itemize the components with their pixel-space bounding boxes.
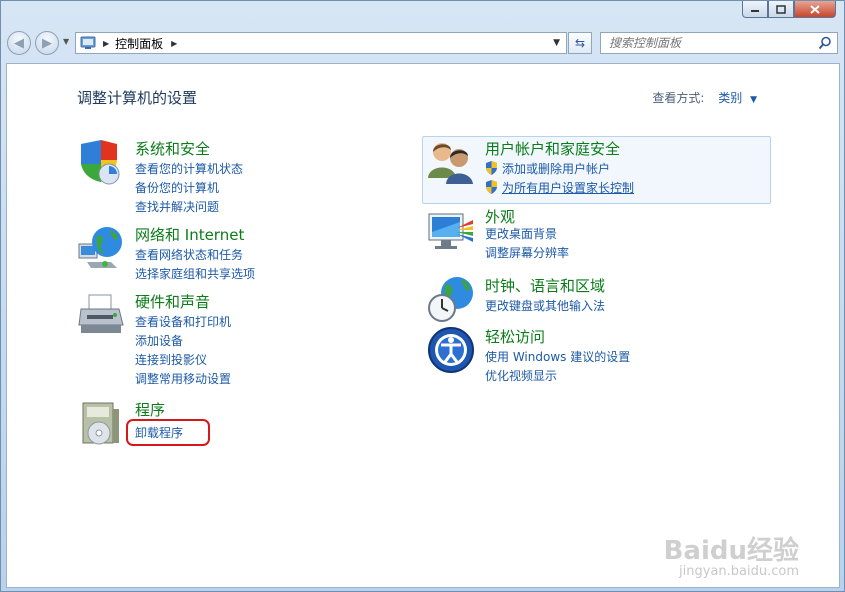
category-title[interactable]: 用户帐户和家庭安全: [485, 138, 620, 159]
category-title[interactable]: 网络和 Internet: [135, 224, 244, 245]
breadcrumb-separator-icon: ▶: [171, 38, 178, 48]
view-by-selector: 查看方式: 类别 ▼: [652, 89, 757, 106]
back-arrow-icon: ◀: [14, 35, 24, 51]
category-link-text[interactable]: 添加或删除用户帐户: [502, 162, 610, 176]
category-link[interactable]: 查看网络状态和任务: [135, 246, 243, 263]
appearance-monitor-icon: [428, 213, 473, 249]
category-title[interactable]: 轻松访问: [485, 326, 545, 347]
category-link[interactable]: 调整屏幕分辨率: [485, 244, 569, 261]
search-input[interactable]: [609, 36, 814, 50]
category-link[interactable]: 添加设备: [135, 332, 183, 349]
maximize-button[interactable]: [768, 1, 794, 18]
category-link[interactable]: 查看您的计算机状态: [135, 160, 243, 177]
uac-shield-icon: [486, 161, 497, 175]
window-controls: [742, 1, 836, 18]
category-title[interactable]: 时钟、语言和区域: [485, 275, 605, 296]
network-globe-icon: [78, 227, 122, 268]
recent-pages-dropdown[interactable]: ▼: [63, 37, 69, 46]
view-by-value[interactable]: 类别: [718, 91, 742, 105]
search-box[interactable]: [600, 32, 838, 54]
shield-icon: [81, 140, 120, 185]
category-link[interactable]: 更改桌面背景: [485, 225, 557, 242]
control-panel-icon: [80, 36, 96, 49]
red-highlight-annotation: [126, 419, 210, 446]
minimize-icon: [751, 10, 759, 12]
refresh-button[interactable]: ⇆: [568, 32, 592, 54]
watermark-url: jingyan.baidu.com: [679, 564, 799, 579]
search-icon[interactable]: [818, 36, 832, 50]
forward-arrow-icon: ▶: [42, 35, 52, 51]
printer-icon: [78, 294, 124, 333]
address-bar[interactable]: ▶ 控制面板 ▶ ▼: [75, 32, 567, 54]
category-link[interactable]: 更改键盘或其他输入法: [485, 297, 605, 314]
category-title[interactable]: 外观: [485, 206, 515, 227]
forward-button[interactable]: ▶: [35, 31, 59, 55]
category-link[interactable]: 查找并解决问题: [135, 198, 219, 215]
chevron-down-icon: ▼: [63, 37, 70, 46]
category-link[interactable]: 优化视频显示: [485, 367, 557, 384]
category-link[interactable]: 查看设备和打印机: [135, 313, 231, 330]
chevron-down-icon[interactable]: ▼: [750, 95, 757, 105]
category-link[interactable]: 使用 Windows 建议的设置: [485, 348, 630, 365]
minimize-button[interactable]: [742, 1, 768, 18]
category-title[interactable]: 系统和安全: [135, 138, 210, 159]
control-panel-content: 调整计算机的设置 查看方式: 类别 ▼ 系统和安全 查看您的计算机状态 备份您的…: [6, 63, 840, 588]
navigation-toolbar: ◀ ▶ ▼ ▶ 控制面板 ▶ ▼ ⇆: [1, 29, 844, 61]
programs-icon: [82, 402, 119, 445]
category-title[interactable]: 程序: [135, 399, 165, 420]
watermark: Baidu经验 jingyan.baidu.com: [664, 530, 799, 579]
maximize-icon: [776, 4, 786, 14]
uac-shield-icon: [486, 180, 497, 194]
category-link[interactable]: 添加或删除用户帐户: [485, 160, 610, 177]
refresh-icon: ⇆: [574, 36, 586, 50]
breadcrumb-separator-icon: ▶: [103, 38, 110, 48]
explorer-window: ◀ ▶ ▼ ▶ 控制面板 ▶ ▼ ⇆ 调整计算机的设置 查看方式:: [0, 0, 845, 592]
watermark-brand: Baidu经验: [663, 536, 799, 566]
category-link-text[interactable]: 为所有用户设置家长控制: [502, 181, 634, 195]
category-link[interactable]: 调整常用移动设置: [135, 370, 231, 387]
close-button[interactable]: [794, 1, 836, 18]
category-link[interactable]: 备份您的计算机: [135, 179, 219, 196]
address-dropdown-icon[interactable]: ▼: [553, 38, 560, 48]
users-icon: [428, 143, 473, 184]
page-title: 调整计算机的设置: [77, 89, 198, 107]
category-link[interactable]: 连接到投影仪: [135, 351, 207, 368]
breadcrumb[interactable]: 控制面板: [115, 35, 163, 52]
view-by-label: 查看方式:: [652, 91, 705, 105]
close-icon: [810, 4, 820, 14]
category-link[interactable]: 为所有用户设置家长控制: [485, 179, 634, 196]
category-title[interactable]: 硬件和声音: [135, 291, 210, 312]
clock-globe-icon: [428, 277, 473, 322]
back-button[interactable]: ◀: [7, 31, 31, 55]
category-link[interactable]: 选择家庭组和共享选项: [135, 265, 255, 282]
ease-of-access-icon: [428, 327, 474, 373]
